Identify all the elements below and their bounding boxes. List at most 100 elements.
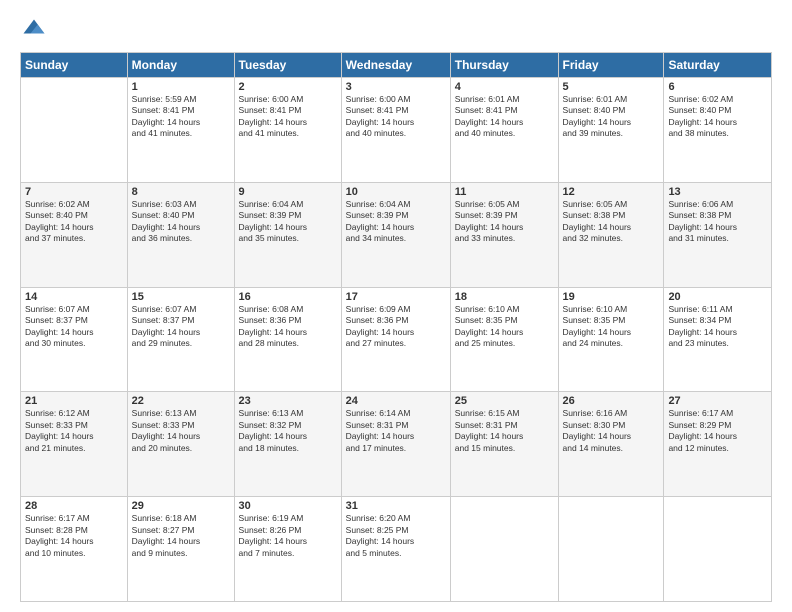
day-info: Sunrise: 6:18 AM Sunset: 8:27 PM Dayligh… xyxy=(132,513,230,559)
calendar-cell: 15Sunrise: 6:07 AM Sunset: 8:37 PM Dayli… xyxy=(127,287,234,392)
day-info: Sunrise: 6:17 AM Sunset: 8:28 PM Dayligh… xyxy=(25,513,123,559)
calendar-cell: 10Sunrise: 6:04 AM Sunset: 8:39 PM Dayli… xyxy=(341,182,450,287)
day-number: 21 xyxy=(25,395,123,407)
day-info: Sunrise: 6:07 AM Sunset: 8:37 PM Dayligh… xyxy=(25,304,123,350)
day-info: Sunrise: 6:05 AM Sunset: 8:38 PM Dayligh… xyxy=(563,199,660,245)
day-info: Sunrise: 6:15 AM Sunset: 8:31 PM Dayligh… xyxy=(455,408,554,454)
day-info: Sunrise: 6:00 AM Sunset: 8:41 PM Dayligh… xyxy=(346,94,446,140)
calendar-cell: 29Sunrise: 6:18 AM Sunset: 8:27 PM Dayli… xyxy=(127,497,234,602)
day-number: 10 xyxy=(346,186,446,198)
day-info: Sunrise: 6:14 AM Sunset: 8:31 PM Dayligh… xyxy=(346,408,446,454)
day-number: 7 xyxy=(25,186,123,198)
calendar-cell: 2Sunrise: 6:00 AM Sunset: 8:41 PM Daylig… xyxy=(234,78,341,183)
day-number: 19 xyxy=(563,291,660,303)
day-info: Sunrise: 6:11 AM Sunset: 8:34 PM Dayligh… xyxy=(668,304,767,350)
calendar-cell: 25Sunrise: 6:15 AM Sunset: 8:31 PM Dayli… xyxy=(450,392,558,497)
day-number: 13 xyxy=(668,186,767,198)
calendar-cell: 19Sunrise: 6:10 AM Sunset: 8:35 PM Dayli… xyxy=(558,287,664,392)
day-info: Sunrise: 6:09 AM Sunset: 8:36 PM Dayligh… xyxy=(346,304,446,350)
day-number: 25 xyxy=(455,395,554,407)
day-number: 1 xyxy=(132,81,230,93)
day-info: Sunrise: 5:59 AM Sunset: 8:41 PM Dayligh… xyxy=(132,94,230,140)
calendar-cell: 18Sunrise: 6:10 AM Sunset: 8:35 PM Dayli… xyxy=(450,287,558,392)
calendar-cell: 5Sunrise: 6:01 AM Sunset: 8:40 PM Daylig… xyxy=(558,78,664,183)
calendar-cell: 14Sunrise: 6:07 AM Sunset: 8:37 PM Dayli… xyxy=(21,287,128,392)
calendar-cell: 4Sunrise: 6:01 AM Sunset: 8:41 PM Daylig… xyxy=(450,78,558,183)
day-number: 6 xyxy=(668,81,767,93)
header-day-wednesday: Wednesday xyxy=(341,53,450,78)
day-number: 22 xyxy=(132,395,230,407)
calendar-cell: 7Sunrise: 6:02 AM Sunset: 8:40 PM Daylig… xyxy=(21,182,128,287)
day-info: Sunrise: 6:13 AM Sunset: 8:32 PM Dayligh… xyxy=(239,408,337,454)
day-info: Sunrise: 6:08 AM Sunset: 8:36 PM Dayligh… xyxy=(239,304,337,350)
calendar-cell: 1Sunrise: 5:59 AM Sunset: 8:41 PM Daylig… xyxy=(127,78,234,183)
calendar-cell: 23Sunrise: 6:13 AM Sunset: 8:32 PM Dayli… xyxy=(234,392,341,497)
day-info: Sunrise: 6:01 AM Sunset: 8:41 PM Dayligh… xyxy=(455,94,554,140)
calendar-cell: 31Sunrise: 6:20 AM Sunset: 8:25 PM Dayli… xyxy=(341,497,450,602)
day-info: Sunrise: 6:12 AM Sunset: 8:33 PM Dayligh… xyxy=(25,408,123,454)
calendar-cell: 21Sunrise: 6:12 AM Sunset: 8:33 PM Dayli… xyxy=(21,392,128,497)
page: SundayMondayTuesdayWednesdayThursdayFrid… xyxy=(0,0,792,612)
day-number: 18 xyxy=(455,291,554,303)
day-number: 24 xyxy=(346,395,446,407)
calendar-cell: 9Sunrise: 6:04 AM Sunset: 8:39 PM Daylig… xyxy=(234,182,341,287)
calendar-cell: 8Sunrise: 6:03 AM Sunset: 8:40 PM Daylig… xyxy=(127,182,234,287)
calendar-week-row: 7Sunrise: 6:02 AM Sunset: 8:40 PM Daylig… xyxy=(21,182,772,287)
day-number: 14 xyxy=(25,291,123,303)
calendar-week-row: 21Sunrise: 6:12 AM Sunset: 8:33 PM Dayli… xyxy=(21,392,772,497)
calendar-cell xyxy=(450,497,558,602)
day-info: Sunrise: 6:10 AM Sunset: 8:35 PM Dayligh… xyxy=(563,304,660,350)
day-number: 2 xyxy=(239,81,337,93)
day-number: 23 xyxy=(239,395,337,407)
day-number: 9 xyxy=(239,186,337,198)
header-day-monday: Monday xyxy=(127,53,234,78)
day-number: 4 xyxy=(455,81,554,93)
day-number: 20 xyxy=(668,291,767,303)
day-info: Sunrise: 6:02 AM Sunset: 8:40 PM Dayligh… xyxy=(668,94,767,140)
day-number: 30 xyxy=(239,500,337,512)
calendar-cell: 12Sunrise: 6:05 AM Sunset: 8:38 PM Dayli… xyxy=(558,182,664,287)
calendar-week-row: 1Sunrise: 5:59 AM Sunset: 8:41 PM Daylig… xyxy=(21,78,772,183)
day-info: Sunrise: 6:02 AM Sunset: 8:40 PM Dayligh… xyxy=(25,199,123,245)
day-info: Sunrise: 6:04 AM Sunset: 8:39 PM Dayligh… xyxy=(346,199,446,245)
calendar-cell: 11Sunrise: 6:05 AM Sunset: 8:39 PM Dayli… xyxy=(450,182,558,287)
day-number: 27 xyxy=(668,395,767,407)
day-info: Sunrise: 6:19 AM Sunset: 8:26 PM Dayligh… xyxy=(239,513,337,559)
calendar-cell: 22Sunrise: 6:13 AM Sunset: 8:33 PM Dayli… xyxy=(127,392,234,497)
day-number: 5 xyxy=(563,81,660,93)
day-number: 11 xyxy=(455,186,554,198)
calendar-cell: 13Sunrise: 6:06 AM Sunset: 8:38 PM Dayli… xyxy=(664,182,772,287)
day-info: Sunrise: 6:01 AM Sunset: 8:40 PM Dayligh… xyxy=(563,94,660,140)
calendar-week-row: 14Sunrise: 6:07 AM Sunset: 8:37 PM Dayli… xyxy=(21,287,772,392)
header-day-thursday: Thursday xyxy=(450,53,558,78)
calendar-cell xyxy=(664,497,772,602)
calendar-cell: 20Sunrise: 6:11 AM Sunset: 8:34 PM Dayli… xyxy=(664,287,772,392)
header-day-friday: Friday xyxy=(558,53,664,78)
calendar-table: SundayMondayTuesdayWednesdayThursdayFrid… xyxy=(20,52,772,602)
calendar-cell: 26Sunrise: 6:16 AM Sunset: 8:30 PM Dayli… xyxy=(558,392,664,497)
header xyxy=(20,16,772,44)
header-day-tuesday: Tuesday xyxy=(234,53,341,78)
calendar-cell: 30Sunrise: 6:19 AM Sunset: 8:26 PM Dayli… xyxy=(234,497,341,602)
calendar-cell: 3Sunrise: 6:00 AM Sunset: 8:41 PM Daylig… xyxy=(341,78,450,183)
calendar-cell xyxy=(21,78,128,183)
day-number: 12 xyxy=(563,186,660,198)
day-info: Sunrise: 6:13 AM Sunset: 8:33 PM Dayligh… xyxy=(132,408,230,454)
day-number: 28 xyxy=(25,500,123,512)
header-day-sunday: Sunday xyxy=(21,53,128,78)
day-number: 16 xyxy=(239,291,337,303)
calendar-week-row: 28Sunrise: 6:17 AM Sunset: 8:28 PM Dayli… xyxy=(21,497,772,602)
day-info: Sunrise: 6:07 AM Sunset: 8:37 PM Dayligh… xyxy=(132,304,230,350)
day-number: 29 xyxy=(132,500,230,512)
calendar-cell: 28Sunrise: 6:17 AM Sunset: 8:28 PM Dayli… xyxy=(21,497,128,602)
logo-icon xyxy=(20,16,48,44)
day-number: 26 xyxy=(563,395,660,407)
calendar-cell: 17Sunrise: 6:09 AM Sunset: 8:36 PM Dayli… xyxy=(341,287,450,392)
calendar-cell: 6Sunrise: 6:02 AM Sunset: 8:40 PM Daylig… xyxy=(664,78,772,183)
day-number: 3 xyxy=(346,81,446,93)
calendar-header-row: SundayMondayTuesdayWednesdayThursdayFrid… xyxy=(21,53,772,78)
day-info: Sunrise: 6:17 AM Sunset: 8:29 PM Dayligh… xyxy=(668,408,767,454)
day-info: Sunrise: 6:16 AM Sunset: 8:30 PM Dayligh… xyxy=(563,408,660,454)
day-info: Sunrise: 6:05 AM Sunset: 8:39 PM Dayligh… xyxy=(455,199,554,245)
day-info: Sunrise: 6:20 AM Sunset: 8:25 PM Dayligh… xyxy=(346,513,446,559)
